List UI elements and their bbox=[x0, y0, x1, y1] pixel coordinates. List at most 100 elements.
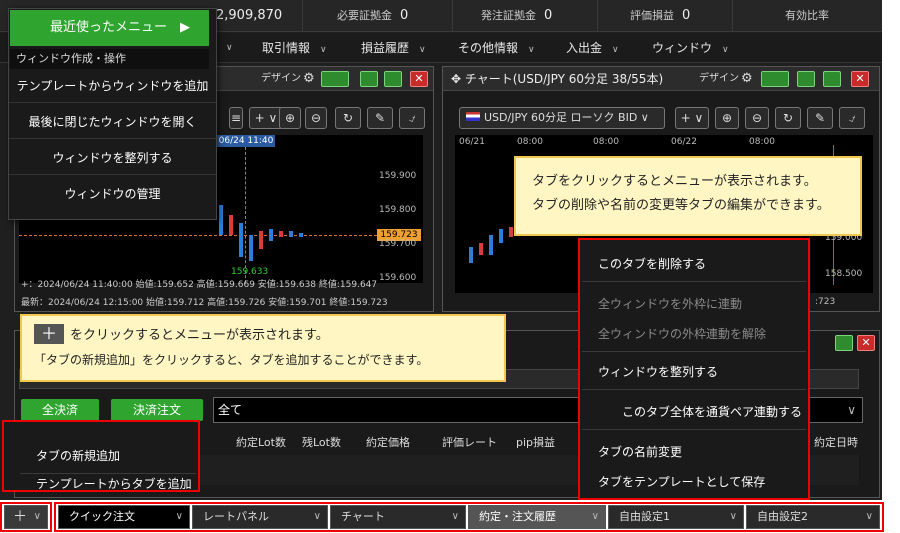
zoom-out-icon[interactable]: ⊖ bbox=[305, 107, 327, 129]
col-header: 評価レート bbox=[442, 436, 497, 449]
indicator-icon[interactable]: ⍻ bbox=[399, 107, 425, 129]
tab-custom-1[interactable]: 自由設定1 ∨ bbox=[608, 505, 744, 529]
candle bbox=[239, 223, 243, 257]
ratio-cell: 有効比率 bbox=[732, 0, 882, 32]
price-tick: 159.800 bbox=[379, 205, 417, 215]
candle bbox=[219, 205, 223, 235]
tab-custom-2[interactable]: 自由設定2 ∨ bbox=[746, 505, 880, 529]
tab-quick-order[interactable]: クイック注文 ∨ bbox=[58, 505, 190, 529]
close-order-button[interactable]: 決済注文 bbox=[111, 399, 203, 421]
chevron-down-icon: ∨ bbox=[175, 511, 183, 522]
menu-item-arrange-windows[interactable]: ウィンドウを整列する bbox=[582, 354, 806, 390]
zoom-in-icon[interactable]: ⊕ bbox=[279, 107, 301, 129]
order-margin-label: 発注証拠金 bbox=[481, 9, 536, 22]
col-header: 約定価格 bbox=[366, 436, 410, 449]
maximize-button[interactable] bbox=[823, 71, 841, 87]
tab-order-history[interactable]: 約定・注文履歴 ∨ bbox=[468, 505, 606, 529]
symbol-select[interactable]: USD/JPY 60分足 ローソク BID ∨ bbox=[459, 107, 665, 129]
margin-value: 0 bbox=[400, 8, 409, 23]
margin-label: 必要証拠金 bbox=[337, 9, 392, 22]
pl-cell: 評価損益 0 bbox=[597, 0, 732, 32]
maximize-button[interactable] bbox=[384, 71, 402, 87]
refresh-icon[interactable]: ↻ bbox=[335, 107, 361, 129]
callout-tab-menu: タブをクリックするとメニューが表示されます。 タブの削除や名前の変更等タブの編集… bbox=[514, 156, 862, 236]
margin-cell: 必要証拠金 0 bbox=[302, 0, 452, 32]
close-icon[interactable]: ✕ bbox=[410, 71, 428, 87]
design-label: デザイン bbox=[261, 73, 301, 84]
menu-item-delete-tab[interactable]: このタブを削除する bbox=[582, 246, 806, 282]
menu-item-save-template[interactable]: タブをテンプレートとして保存 bbox=[582, 464, 806, 500]
design-label: デザイン bbox=[699, 73, 739, 84]
layout-button[interactable] bbox=[321, 71, 349, 87]
candle bbox=[229, 215, 233, 235]
candle bbox=[499, 229, 503, 243]
menu-item-tab-from-template[interactable]: テンプレートからタブを追加 bbox=[20, 466, 196, 502]
section-label: ウィンドウ作成・操作 bbox=[10, 49, 209, 69]
low-price-label: 159.633 bbox=[231, 267, 269, 277]
close-icon[interactable]: ✕ bbox=[851, 71, 869, 87]
candle bbox=[469, 247, 473, 263]
minimize-button[interactable] bbox=[360, 71, 378, 87]
menu-dd-icon[interactable]: ∨ bbox=[226, 33, 233, 63]
menu-item-reopen-window[interactable]: 最後に閉じたウィンドウを開く bbox=[9, 105, 216, 139]
chevron-down-icon: ∨ bbox=[419, 45, 426, 55]
move-icon[interactable]: ✥ bbox=[451, 72, 465, 86]
add-tab-button[interactable]: ＋ ∨ bbox=[4, 505, 48, 529]
plus-icon: ＋ bbox=[34, 324, 64, 344]
callout-add-tab: ＋をクリックするとメニューが表示されます。 「タブの新規追加」をクリックすると、… bbox=[20, 314, 506, 382]
layout-button[interactable] bbox=[761, 71, 789, 87]
candle bbox=[279, 231, 283, 237]
menu-trade-info[interactable]: 取引情報 ∨ bbox=[262, 33, 327, 63]
close-all-button[interactable]: 全決済 bbox=[21, 399, 99, 421]
callout-line: タブをクリックするとメニューが表示されます。 bbox=[532, 174, 817, 189]
menu-other-info[interactable]: その他情報 ∨ bbox=[458, 33, 535, 63]
tab-chart[interactable]: チャート ∨ bbox=[330, 505, 466, 529]
add-tab-menu: タブの新規追加 テンプレートからタブを追加 bbox=[2, 420, 200, 502]
gear-icon[interactable]: ⚙ bbox=[303, 67, 315, 91]
window-menu-dropdown: 最近使ったメニュー ▶ ウィンドウ作成・操作 テンプレートからウィンドウを追加 最… bbox=[8, 8, 217, 220]
pen-icon[interactable]: ✎ bbox=[807, 107, 833, 129]
menu-item-add-from-template[interactable]: テンプレートからウィンドウを追加 bbox=[9, 69, 216, 103]
minimize-button[interactable] bbox=[797, 71, 815, 87]
menu-pl-history[interactable]: 損益履歴 ∨ bbox=[361, 33, 426, 63]
price-tick: 159.900 bbox=[379, 171, 417, 181]
menu-deposit[interactable]: 入出金 ∨ bbox=[566, 33, 619, 63]
menu-item-manage-windows[interactable]: ウィンドウの管理 bbox=[9, 177, 216, 211]
col-header: 約定Lot数 bbox=[236, 436, 286, 449]
gear-icon[interactable]: ⚙ bbox=[741, 67, 753, 91]
candle bbox=[489, 235, 493, 255]
indicator-icon[interactable]: ⍻ bbox=[839, 107, 865, 129]
zoom-in-icon[interactable]: ⊕ bbox=[715, 107, 739, 129]
menu-item-arrange-windows[interactable]: ウィンドウを整列する bbox=[9, 141, 216, 175]
candle bbox=[509, 227, 513, 237]
tab-rate-panel[interactable]: レートパネル ∨ bbox=[192, 505, 328, 529]
chart-right-title: ✥ チャート(USD/JPY 60分足 38/55本) bbox=[451, 72, 664, 86]
list-icon[interactable]: ≡ bbox=[229, 107, 243, 129]
maximize-button[interactable] bbox=[835, 335, 853, 351]
menu-window[interactable]: ウィンドウ ∨ bbox=[652, 33, 729, 63]
flag-icon bbox=[466, 112, 480, 121]
col-header: 約定日時 bbox=[814, 436, 858, 449]
callout-line: ＋をクリックするとメニューが表示されます。 bbox=[34, 324, 504, 348]
pen-icon[interactable]: ✎ bbox=[367, 107, 393, 129]
candle bbox=[249, 235, 253, 261]
chart-right-info: :723 bbox=[815, 297, 836, 307]
arrow-right-icon: ▶ bbox=[180, 20, 190, 35]
recent-menu-item[interactable]: 最近使ったメニュー ▶ bbox=[10, 10, 209, 46]
close-icon[interactable]: ✕ bbox=[857, 335, 875, 351]
crosshair-time-label: 06/24 11:40 bbox=[217, 135, 275, 147]
callout-line: タブの削除や名前の変更等タブの編集ができます。 bbox=[532, 198, 830, 213]
crosshair-button[interactable]: + ∨ bbox=[249, 107, 283, 129]
balance-value: 2,909,870 bbox=[216, 8, 283, 23]
menu-item-link-currency-pair[interactable]: このタブ全体を通貨ペア連動する bbox=[582, 394, 806, 430]
price-tick: 159.700 bbox=[379, 239, 417, 249]
pl-value: 0 bbox=[682, 8, 691, 23]
zoom-out-icon[interactable]: ⊖ bbox=[745, 107, 769, 129]
chevron-down-icon: ∨ bbox=[528, 45, 535, 55]
crosshair-button[interactable]: + ∨ bbox=[675, 107, 709, 129]
chart-left-latest-info: 最新：2024/06/24 12:15:00 始値:159.712 高値:159… bbox=[21, 298, 388, 308]
refresh-icon[interactable]: ↻ bbox=[775, 107, 801, 129]
chevron-down-icon: ∨ bbox=[729, 511, 737, 522]
chevron-down-icon: ∨ bbox=[313, 511, 321, 522]
time-tick: 08:00 bbox=[593, 137, 619, 147]
